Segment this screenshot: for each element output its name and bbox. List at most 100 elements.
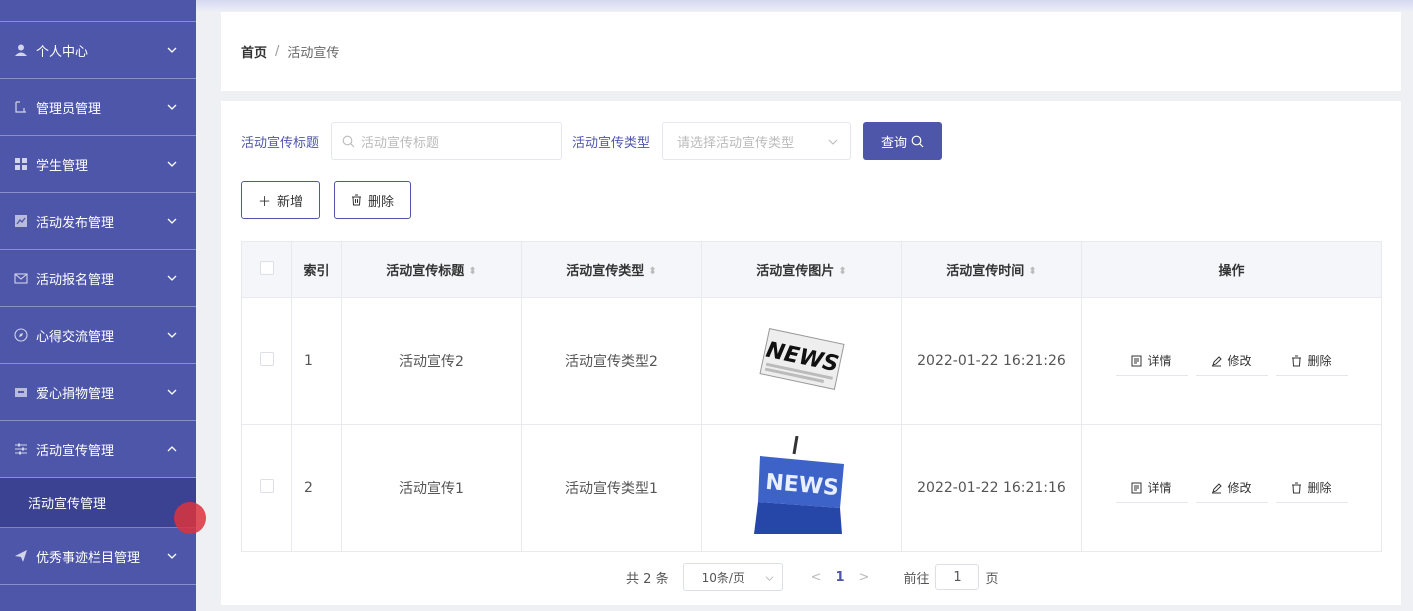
title-search-input[interactable]: 活动宣传标题 [331,122,563,160]
sidebar-item-donation[interactable]: 爱心捐物管理 [0,364,196,421]
grid-icon [14,157,28,171]
header-title-label: 活动宣传标题 [386,264,465,279]
action-row: ＋ 新增 删除 [241,181,412,219]
sidebar-item-admin[interactable]: 管理员管理 [0,79,196,136]
delete-button-label: 删除 [368,194,395,210]
header-checkbox-cell [241,241,292,298]
row-delete-button-label: 删除 [1307,354,1332,368]
edit-icon [1212,482,1223,493]
sidebar-item-personal[interactable]: 个人中心 [0,22,196,79]
next-page-button[interactable]: > [859,570,870,585]
total-prefix: 共 [626,571,640,587]
sidebar-item-label: 爱心捐物管理 [36,386,115,402]
row-delete-button[interactable]: 删除 [1275,473,1348,503]
chevron-down-icon [167,389,177,395]
search-icon [342,135,355,147]
detail-button-label: 详情 [1147,354,1172,368]
breadcrumb-current: 活动宣传 [287,46,340,61]
current-page[interactable]: 1 [836,570,845,585]
row-title: 活动宣传2 [341,297,522,425]
cursor-indicator [174,502,206,534]
prev-page-button[interactable]: < [811,570,822,585]
detail-button[interactable]: 详情 [1115,346,1188,376]
sidebar-item-activity-publish[interactable]: 活动发布管理 [0,193,196,250]
type-select[interactable]: 请选择活动宣传类型 [662,122,852,160]
chevron-down-icon [167,275,177,281]
page-size-select[interactable]: 10条/页 [682,563,783,591]
chevron-down-icon [765,576,774,582]
sidebar-top [0,0,196,22]
delete-button[interactable]: 删除 [334,181,412,219]
row-index: 2 [291,424,342,552]
sidebar-item-activity-signup[interactable]: 活动报名管理 [0,250,196,307]
sort-icon[interactable]: ⬍ [468,266,476,277]
sidebar-item-label: 心得交流管理 [36,329,115,345]
chevron-down-icon [828,139,838,145]
mail-icon [14,271,28,285]
edit-icon [1212,355,1223,366]
row-type: 活动宣传类型1 [521,424,702,552]
sidebar-item-experience[interactable]: 心得交流管理 [0,307,196,364]
compass-icon [14,328,28,342]
query-button[interactable]: 查询 [863,122,943,160]
header-type-label: 活动宣传类型 [566,264,645,279]
add-button-label: 新增 [277,194,304,210]
sidebar-subitem-promotion-manage[interactable]: 活动宣传管理 [0,478,196,528]
row-title: 活动宣传1 [341,424,522,552]
sort-icon[interactable]: ⬍ [648,266,656,277]
chevron-down-icon [167,47,177,53]
edit-button-label: 修改 [1227,481,1252,495]
edit-button-label: 修改 [1227,354,1252,368]
header-image[interactable]: 活动宣传图片 ⬍ [701,241,902,298]
user-icon [14,43,28,57]
header-time-label: 活动宣传时间 [946,264,1025,279]
select-all-checkbox[interactable] [259,260,274,275]
row-index: 1 [291,297,342,425]
sort-icon[interactable]: ⬍ [838,266,846,277]
news-paper-image[interactable]: NEWS [754,324,850,394]
trash-icon [352,194,362,206]
type-select-placeholder: 请选择活动宣传类型 [677,135,795,151]
sidebar-item-excellent-deeds[interactable]: 优秀事迹栏目管理 [0,528,196,585]
breadcrumb-separator: / [275,44,280,59]
breadcrumb-home[interactable]: 首页 [241,42,267,61]
row-checkbox-cell [241,424,292,552]
row-checkbox[interactable] [259,352,274,366]
sidebar-item-label: 管理员管理 [36,101,102,117]
row-time: 2022-01-22 16:21:26 [901,297,1082,425]
query-button-label: 查询 [881,135,908,151]
news-key-image[interactable]: NEWS [751,435,852,536]
promotion-table: 索引 活动宣传标题 ⬍ 活动宣传类型 ⬍ 活动宣传图片 ⬍ 活动宣传时间 ⬍ 操作 1 … [241,241,1382,552]
total-count: 2 [643,571,652,587]
sidebar-item-promotion[interactable]: 活动宣传管理 [0,421,196,478]
trash-icon [1292,482,1302,493]
table-header-row: 索引 活动宣传标题 ⬍ 活动宣传类型 ⬍ 活动宣传图片 ⬍ 活动宣传时间 ⬍ 操作 [241,241,1382,298]
sort-icon[interactable]: ⬍ [1028,266,1036,277]
row-checkbox[interactable] [259,479,274,493]
breadcrumb: 首页 / 活动宣传 [221,12,1401,91]
sidebar-item-label: 学生管理 [36,158,89,174]
edit-button[interactable]: 修改 [1195,473,1268,503]
goto-page-input[interactable]: 1 [935,564,980,590]
sidebar-item-label: 个人中心 [36,44,89,60]
plus-icon: ＋ [258,194,272,210]
row-type: 活动宣传类型2 [521,297,702,425]
add-button[interactable]: ＋ 新增 [241,181,321,219]
edit-button[interactable]: 修改 [1195,346,1268,376]
row-delete-button-label: 删除 [1307,481,1332,495]
sidebar-item-students[interactable]: 学生管理 [0,136,196,193]
chevron-down-icon [167,218,177,224]
row-delete-button[interactable]: 删除 [1275,346,1348,376]
header-title[interactable]: 活动宣传标题 ⬍ [341,241,522,298]
sidebar-item-label: 活动发布管理 [36,215,115,231]
header-time[interactable]: 活动宣传时间 ⬍ [901,241,1082,298]
detail-button[interactable]: 详情 [1115,473,1188,503]
document-icon [1131,355,1142,366]
detail-button-label: 详情 [1147,481,1172,495]
header-type[interactable]: 活动宣传类型 ⬍ [521,241,702,298]
row-ops: 详情 修改 删除 [1081,297,1382,425]
pagination: 共 2 条 10条/页 < 1 > 前往 1 页 [626,562,998,592]
chevron-down-icon [167,332,177,338]
box-icon [14,385,28,399]
admin-icon [14,100,28,114]
